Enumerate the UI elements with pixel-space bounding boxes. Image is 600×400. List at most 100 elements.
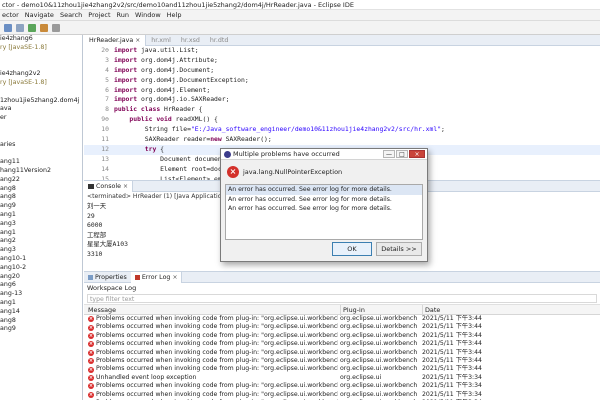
tree-item[interactable] — [0, 61, 82, 70]
tree-item[interactable]: ang1 — [0, 299, 82, 308]
line-number: 6 — [105, 85, 109, 94]
tree-item[interactable]: ang3 — [0, 246, 82, 255]
menu-item-project[interactable]: Project — [86, 10, 114, 20]
tree-item[interactable]: ang1 — [0, 211, 82, 220]
list-item[interactable]: An error has occurred. See error log for… — [226, 204, 422, 214]
code-token: org.dom4j.Document; — [137, 65, 215, 74]
error-list[interactable]: An error has occurred. See error log for… — [225, 184, 423, 240]
search-icon[interactable] — [52, 24, 60, 32]
editor-tabs: HrReader.java × hr.xml hr.xsd hr.dtd — [84, 35, 600, 46]
tab-hr-xml[interactable]: hr.xml — [146, 35, 176, 46]
ok-button[interactable]: OK — [332, 242, 372, 256]
menu-item-search[interactable]: Search — [58, 10, 86, 20]
table-row[interactable]: ×Problems occurred when invoking code fr… — [84, 382, 600, 390]
tab-hr-dtd[interactable]: hr.dtd — [205, 35, 233, 46]
tree-item[interactable]: ang-13 — [0, 290, 82, 299]
filter-input[interactable]: type filter text — [87, 294, 597, 303]
new-icon[interactable] — [4, 24, 12, 32]
code-token: import — [114, 46, 138, 54]
tree-item[interactable]: ang9 — [0, 202, 82, 211]
tree-item[interactable]: ang2 — [0, 237, 82, 246]
menu-item-run[interactable]: Run — [115, 10, 133, 20]
error-log-view: Properties Error Log × Workspace Log typ… — [84, 271, 600, 400]
run-icon[interactable] — [28, 24, 36, 32]
menu-item-editor[interactable]: ector — [0, 10, 23, 20]
tree-item[interactable]: hang11Version2 — [0, 167, 82, 176]
table-row[interactable]: ×Problems occurred when invoking code fr… — [84, 391, 600, 399]
save-icon[interactable] — [16, 24, 24, 32]
tree-item[interactable]: ang10-2 — [0, 264, 82, 273]
close-icon[interactable]: × — [135, 35, 140, 46]
menu-item-navigate[interactable]: Navigate — [23, 10, 58, 20]
tree-item[interactable]: ang3 — [0, 220, 82, 229]
code-token: String file= — [114, 125, 191, 134]
list-item[interactable]: An error has occurred. See error log for… — [226, 185, 422, 195]
tab-hr-xsd[interactable]: hr.xsd — [176, 35, 205, 46]
table-row[interactable]: ×Problems occurred when invoking code fr… — [84, 340, 600, 348]
tree-item[interactable] — [0, 53, 82, 62]
tree-item[interactable]: ang10-1 — [0, 255, 82, 264]
tree-item[interactable] — [0, 149, 82, 158]
code-line[interactable]: 4 import org.dom4j.Document; — [84, 66, 600, 76]
code-line[interactable]: 9⊖ public void readXML() { — [84, 115, 600, 125]
tab-hrreader-java[interactable]: HrReader.java × — [84, 35, 147, 46]
tree-item[interactable]: ang9 — [0, 325, 82, 334]
tree-item[interactable]: ang20 — [0, 273, 82, 282]
tree-item[interactable]: er — [0, 114, 82, 123]
debug-icon[interactable] — [40, 24, 48, 32]
code-line[interactable]: 3 import org.dom4j.Attribute; — [84, 56, 600, 66]
list-item[interactable]: An error has occurred. See error log for… — [226, 195, 422, 205]
plugin-cell: org.eclipse.ui.workbench — [340, 348, 418, 356]
code-line[interactable]: 6 import org.dom4j.Element; — [84, 86, 600, 96]
tab-properties[interactable]: Properties — [84, 272, 131, 283]
minimize-icon[interactable]: — — [383, 150, 395, 158]
close-icon[interactable]: × — [409, 150, 425, 158]
plugin-cell: org.eclipse.ui.workbench — [340, 315, 418, 322]
table-row[interactable]: ×Problems occurred when invoking code fr… — [84, 365, 600, 373]
tree-item[interactable]: ie4zhang2v2 — [0, 70, 82, 79]
tree-item[interactable]: 1zhou1jie5zhang2.dom4j — [0, 97, 82, 106]
tree-item[interactable]: ry [JavaSE-1.8] — [0, 44, 82, 53]
table-row[interactable]: ×Problems occurred when invoking code fr… — [84, 315, 600, 323]
tree-item[interactable]: ang11 — [0, 158, 82, 167]
message-cell: ×Problems occurred when invoking code fr… — [88, 391, 338, 399]
code-line[interactable]: 7 import org.dom4j.io.SAXReader; — [84, 95, 600, 105]
maximize-icon[interactable]: □ — [396, 150, 408, 158]
code-line[interactable]: 2⊖ import java.util.List; — [84, 46, 600, 56]
tree-item[interactable]: ang8 — [0, 193, 82, 202]
line-number: 9⊖ — [101, 115, 109, 124]
tree-item[interactable]: ava — [0, 105, 82, 114]
tab-console[interactable]: Console × — [84, 181, 134, 192]
table-row[interactable]: ×Problems occurred when invoking code fr… — [84, 332, 600, 340]
tree-item[interactable]: ang8 — [0, 185, 82, 194]
table-row[interactable]: ×Problems occurred when invoking code fr… — [84, 323, 600, 331]
tab-error-log[interactable]: Error Log × — [130, 272, 183, 283]
tab-label: Properties — [95, 273, 127, 281]
details-button[interactable]: Details >> — [376, 242, 422, 256]
code-line[interactable]: 10 String file="E:/Java_software_enginee… — [84, 125, 600, 135]
tree-item[interactable]: ry [JavaSE-1.8] — [0, 79, 82, 88]
code-text: Document document — [114, 155, 225, 165]
close-icon[interactable]: × — [172, 272, 177, 283]
line-number: 4 — [105, 65, 109, 74]
tree-item[interactable]: ang1 — [0, 229, 82, 238]
menu-item-help[interactable]: Help — [165, 10, 186, 20]
table-row[interactable]: ×Problems occurred when invoking code fr… — [84, 349, 600, 357]
tree-item[interactable] — [0, 88, 82, 97]
table-row[interactable]: × Unhandled event loop exception org.eclip… — [84, 374, 600, 382]
code-line[interactable]: 5 import org.dom4j.DocumentException; — [84, 76, 600, 86]
tree-item[interactable]: ang6 — [0, 281, 82, 290]
tree-item[interactable]: ang8 — [0, 317, 82, 326]
tree-item[interactable] — [0, 123, 82, 132]
dialog-title: Multiple problems have occurred — [233, 150, 340, 158]
tree-item[interactable]: ang14 — [0, 308, 82, 317]
tree-item[interactable]: ang22 — [0, 176, 82, 185]
tree-item[interactable] — [0, 132, 82, 141]
tree-item[interactable]: aries — [0, 141, 82, 150]
close-icon[interactable]: × — [123, 181, 128, 192]
code-line[interactable]: 8 public class HrReader { — [84, 105, 600, 115]
tree-item[interactable]: ie4zhang6 — [0, 35, 82, 44]
table-row[interactable]: ×Problems occurred when invoking code fr… — [84, 357, 600, 365]
menu-item-window[interactable]: Window — [133, 10, 165, 20]
code-line[interactable]: 11 SAXReader reader=new SAXReader(); — [84, 135, 600, 145]
